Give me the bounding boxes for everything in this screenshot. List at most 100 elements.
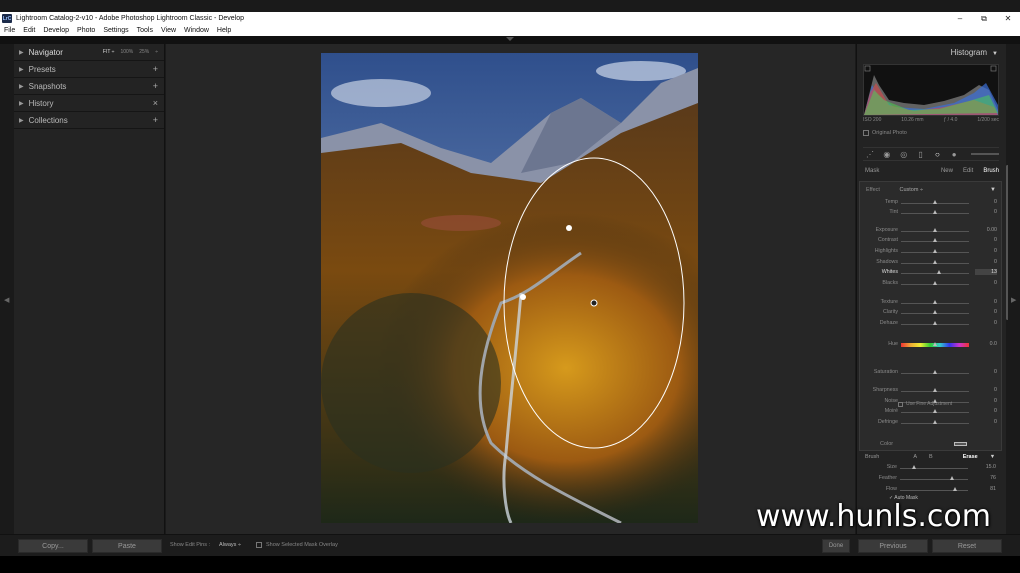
slider-value[interactable]: 0 bbox=[975, 299, 997, 305]
slider-knob[interactable] bbox=[933, 281, 937, 285]
slider-value[interactable]: 13 bbox=[975, 269, 997, 275]
menu-tools[interactable]: Tools bbox=[133, 27, 157, 34]
edit-pins-dropdown[interactable]: Always ÷ bbox=[219, 542, 241, 548]
effect-slider-saturation[interactable]: Saturation 0 bbox=[860, 368, 1003, 378]
history-header[interactable]: ▶ History × bbox=[14, 95, 164, 112]
copy-button[interactable]: Copy... bbox=[18, 539, 88, 553]
original-photo-checkbox[interactable] bbox=[863, 130, 869, 136]
graduated-filter-icon[interactable]: ▯ bbox=[917, 150, 925, 159]
effect-slider-exposure[interactable]: Exposure 0.00 bbox=[860, 226, 1003, 236]
slider-track[interactable] bbox=[900, 468, 968, 469]
slider-knob[interactable] bbox=[933, 200, 937, 204]
brush-slider-flow[interactable]: Flow 81 bbox=[859, 485, 1002, 495]
slider-value[interactable]: 0 bbox=[975, 199, 997, 205]
effect-slider-tint[interactable]: Tint 0 bbox=[860, 208, 1003, 218]
slider-knob[interactable] bbox=[933, 420, 937, 424]
mask-overlay-checkbox[interactable] bbox=[256, 542, 262, 548]
slider-knob[interactable] bbox=[937, 270, 942, 274]
mask-brush[interactable]: Brush bbox=[983, 168, 999, 174]
effect-slider-temp[interactable]: Temp 0 bbox=[860, 198, 1003, 208]
effect-preset-dropdown[interactable]: Custom ÷ bbox=[900, 187, 924, 193]
slider-value[interactable]: 0 bbox=[975, 419, 997, 425]
collections-header[interactable]: ▶ Collections + bbox=[14, 112, 164, 129]
paste-button[interactable]: Paste bbox=[92, 539, 162, 553]
menu-photo[interactable]: Photo bbox=[73, 27, 99, 34]
effect-slider-shadows[interactable]: Shadows 0 bbox=[860, 258, 1003, 268]
slider-value[interactable]: 76 bbox=[974, 475, 996, 481]
menu-window[interactable]: Window bbox=[180, 27, 213, 34]
mask-edit[interactable]: Edit bbox=[963, 168, 973, 174]
slider-track[interactable] bbox=[900, 479, 968, 480]
zoom-menu[interactable]: ÷ bbox=[155, 49, 158, 55]
brush-b[interactable]: B bbox=[929, 454, 933, 460]
red-eye-icon[interactable]: ◎ bbox=[900, 150, 908, 159]
landscape-photo[interactable] bbox=[321, 53, 698, 523]
radial-filter-icon[interactable]: ○ bbox=[933, 150, 941, 159]
slider-knob[interactable] bbox=[933, 388, 937, 392]
slider-knob[interactable] bbox=[933, 310, 937, 314]
crop-tool-icon[interactable]: ⋰ bbox=[866, 150, 874, 159]
effect-slider-contrast[interactable]: Contrast 0 bbox=[860, 236, 1003, 246]
slider-knob[interactable] bbox=[933, 228, 937, 232]
minimize-button[interactable]: – bbox=[948, 12, 972, 25]
adjustment-brush-icon[interactable]: ● bbox=[950, 150, 958, 159]
menu-help[interactable]: Help bbox=[213, 27, 235, 34]
slider-value[interactable]: 0 bbox=[975, 369, 997, 375]
menu-file[interactable]: File bbox=[0, 27, 19, 34]
slider-value[interactable]: 81 bbox=[974, 486, 996, 492]
slider-knob[interactable] bbox=[933, 260, 937, 264]
brush-erase[interactable]: Erase bbox=[963, 454, 978, 460]
zoom-25[interactable]: 25% bbox=[139, 49, 149, 55]
slider-knob[interactable] bbox=[949, 476, 954, 480]
brush-a[interactable]: A bbox=[913, 454, 917, 460]
done-button[interactable]: Done bbox=[822, 539, 850, 553]
effect-slider-defringe[interactable]: Defringe 0 bbox=[860, 418, 1003, 428]
slider-knob[interactable] bbox=[933, 409, 937, 413]
clear-history-icon[interactable]: × bbox=[153, 98, 158, 108]
brush-slider-size[interactable]: Size 15.0 bbox=[859, 463, 1002, 473]
color-swatch[interactable] bbox=[954, 442, 967, 446]
slider-knob[interactable] bbox=[953, 487, 958, 491]
brush-slider-feather[interactable]: Feather 76 bbox=[859, 474, 1002, 484]
slider-value[interactable]: 0 bbox=[975, 387, 997, 393]
zoom-100[interactable]: 100% bbox=[120, 49, 133, 55]
effect-slider-moir[interactable]: Moiré 0 bbox=[860, 407, 1003, 417]
slider-knob[interactable] bbox=[933, 210, 937, 214]
slider-knob[interactable] bbox=[933, 321, 937, 325]
spot-removal-icon[interactable]: ◉ bbox=[883, 150, 891, 159]
effect-slider-clarity[interactable]: Clarity 0 bbox=[860, 308, 1003, 318]
slider-knob[interactable] bbox=[933, 342, 937, 346]
effect-slider-texture[interactable]: Texture 0 bbox=[860, 298, 1003, 308]
histogram-chart[interactable] bbox=[863, 64, 999, 116]
slider-track[interactable] bbox=[900, 490, 968, 491]
add-snapshot-icon[interactable]: + bbox=[153, 81, 158, 91]
tool-slider[interactable] bbox=[971, 153, 999, 155]
slider-value[interactable]: 0 bbox=[975, 209, 997, 215]
effect-slider-highlights[interactable]: Highlights 0 bbox=[860, 247, 1003, 257]
slider-value[interactable]: 0 bbox=[975, 320, 997, 326]
slider-value[interactable]: 0 bbox=[975, 280, 997, 286]
slider-value[interactable]: 0 bbox=[975, 398, 997, 404]
effect-slider-whites[interactable]: Whites 13 bbox=[860, 268, 1003, 278]
effect-slider-dehaze[interactable]: Dehaze 0 bbox=[860, 319, 1003, 329]
effect-collapse-icon[interactable]: ▼ bbox=[990, 187, 996, 193]
slider-value[interactable]: 15.0 bbox=[974, 464, 996, 470]
slider-knob[interactable] bbox=[933, 249, 937, 253]
navigator-header[interactable]: ▶ Navigator FIT ÷ 100% 25% ÷ bbox=[14, 44, 164, 61]
snapshots-header[interactable]: ▶ Snapshots + bbox=[14, 78, 164, 95]
presets-header[interactable]: ▶ Presets + bbox=[14, 61, 164, 78]
slider-value[interactable]: 0 bbox=[975, 309, 997, 315]
slider-value[interactable]: 0.00 bbox=[975, 227, 997, 233]
slider-knob[interactable] bbox=[911, 465, 916, 469]
photo-canvas[interactable] bbox=[166, 44, 855, 534]
slider-track[interactable] bbox=[901, 273, 969, 274]
reset-button[interactable]: Reset bbox=[932, 539, 1002, 553]
fine-adjustment-toggle[interactable]: Use Fine Adjustment bbox=[898, 401, 952, 407]
brush-collapse-icon[interactable]: ▼ bbox=[990, 454, 995, 460]
slider-knob[interactable] bbox=[933, 370, 937, 374]
add-preset-icon[interactable]: + bbox=[153, 64, 158, 74]
right-edge[interactable]: ▶ bbox=[1008, 44, 1020, 534]
photo-preview[interactable] bbox=[321, 53, 698, 523]
top-panel-toggle[interactable] bbox=[0, 36, 1020, 44]
original-photo-toggle[interactable]: Original Photo bbox=[863, 130, 907, 136]
